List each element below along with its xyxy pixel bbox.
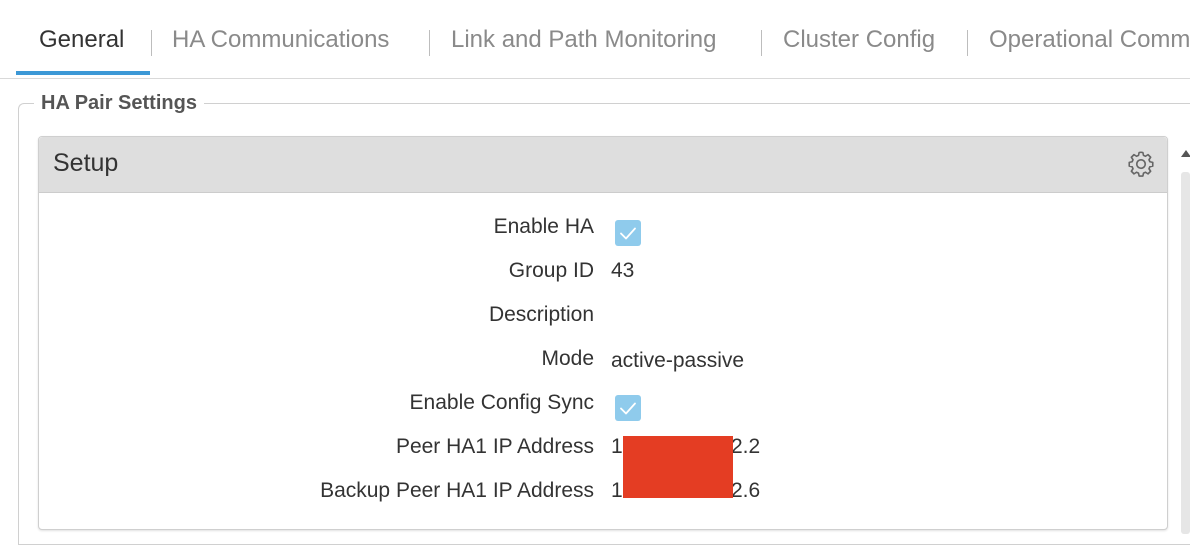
scrollbar[interactable] (1181, 172, 1190, 534)
tab-operational-commands[interactable]: Operational Comm (989, 26, 1190, 54)
redaction-block (623, 436, 733, 498)
setup-panel: Setup Enable HA Group ID 43 Description … (38, 136, 1168, 530)
tab-separator (429, 30, 430, 56)
peer-ha1-ip-suffix: 2.2 (731, 435, 761, 458)
mode-label: Mode (541, 347, 594, 370)
tab-link-and-path-monitoring[interactable]: Link and Path Monitoring (451, 26, 717, 54)
group-id-label: Group ID (508, 259, 594, 282)
checkmark-icon (620, 227, 636, 240)
tab-general[interactable]: General (39, 26, 124, 54)
tab-separator (967, 30, 968, 56)
section-legend: HA Pair Settings (34, 92, 204, 115)
scroll-up-arrow-icon[interactable] (1181, 150, 1190, 157)
enable-ha-checkbox[interactable] (615, 220, 641, 246)
gear-icon[interactable] (1126, 149, 1156, 179)
tab-cluster-config[interactable]: Cluster Config (783, 26, 935, 54)
backup-peer-ha1-ip-label: Backup Peer HA1 IP Address (320, 479, 594, 502)
group-id-value: 43 (611, 259, 635, 282)
description-label: Description (488, 303, 594, 326)
enable-config-sync-checkbox[interactable] (615, 395, 641, 421)
panel-header: Setup (39, 137, 1167, 193)
tab-separator (761, 30, 762, 56)
tab-ha-communications[interactable]: HA Communications (172, 26, 389, 54)
enable-config-sync-label: Enable Config Sync (409, 391, 594, 414)
tab-separator (151, 30, 152, 56)
backup-peer-ha1-ip-suffix: 2.6 (731, 479, 761, 502)
mode-value: active-passive (611, 349, 745, 372)
enable-ha-label: Enable HA (493, 215, 594, 238)
checkmark-icon (620, 402, 636, 415)
tab-bar: General HA Communications Link and Path … (0, 0, 1190, 79)
active-tab-indicator (16, 71, 150, 75)
peer-ha1-ip-label: Peer HA1 IP Address (395, 435, 594, 458)
panel-title: Setup (53, 149, 119, 177)
peer-ha1-ip-prefix: 1 (611, 435, 623, 458)
backup-peer-ha1-ip-prefix: 1 (611, 479, 623, 502)
